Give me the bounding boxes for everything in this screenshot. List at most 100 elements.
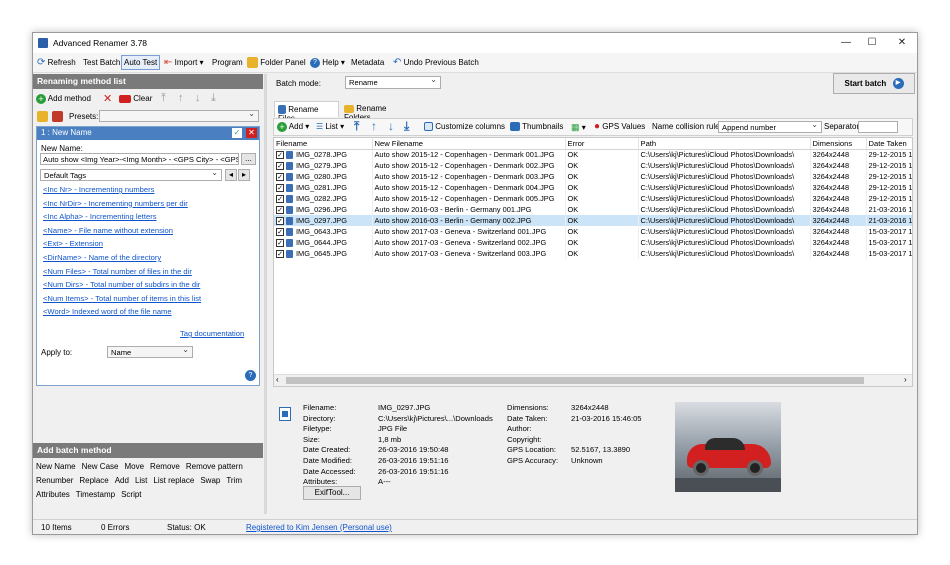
tag-link[interactable]: <Num Files> - Total number of files in t… [43,267,192,276]
row-checkbox[interactable]: ✓ [276,239,284,248]
move-up-button[interactable]: ↑ [178,91,184,105]
column-header[interactable]: New Filename [372,138,566,150]
move-files-bottom-button[interactable]: ⤓ [404,119,409,133]
close-button[interactable]: ✕ [889,36,915,50]
move-down-button[interactable]: ↓ [195,91,201,105]
table-row[interactable]: ✓ IMG_0279.JPG Auto show 2015-12 - Copenha… [274,160,912,171]
table-row[interactable]: ✓ IMG_0280.JPG Auto show 2015-12 - Copenha… [274,171,912,182]
tag-link[interactable]: <Inc Alpha> - Incrementing letters [43,212,157,221]
move-files-top-button[interactable]: ⤒ [354,119,359,133]
tags-next-button[interactable]: ▸ [238,169,250,181]
undo-button[interactable]: ↶ Undo Previous Batch [393,56,479,70]
column-header[interactable]: Path [638,138,811,150]
refresh-button[interactable]: ⟳ Refresh [37,56,76,70]
method-remove-button[interactable]: ✕ [246,128,257,138]
registration-link[interactable]: Registered to Kim Jensen (Personal use) [246,523,392,532]
table-row[interactable]: ✓ IMG_0297.JPG Auto show 2016-03 - Berlin … [274,215,912,226]
tag-link[interactable]: <Name> - File name without extension [43,226,173,235]
row-checkbox[interactable]: ✓ [276,228,284,237]
method-help-icon[interactable]: ? [245,370,256,381]
delete-method-button[interactable]: ✕ [103,92,112,106]
start-batch-button[interactable]: Start batch ▶ [833,73,915,94]
add-method-button[interactable]: + Add method [36,92,91,106]
row-checkbox[interactable]: ✓ [276,173,284,182]
tag-link[interactable]: <Inc Nr> - Incrementing numbers [43,185,154,194]
batch-method-item[interactable]: List replace [153,476,194,485]
column-header[interactable]: Date Taken [866,138,912,150]
tab-rename-files[interactable]: Rename Files [274,101,339,123]
column-header[interactable]: Dimensions [810,138,867,150]
batch-method-item[interactable]: Trim [226,476,242,485]
tag-link[interactable]: <Num Dirs> - Total number of subdirs in … [43,280,200,289]
folder-panel-button[interactable]: Folder Panel [247,56,306,70]
tag-link[interactable]: <Ext> - Extension [43,239,103,248]
collision-select[interactable]: Append number [718,121,822,133]
row-checkbox[interactable]: ✓ [276,184,284,193]
batch-mode-select[interactable]: Rename [345,76,441,89]
move-bottom-button[interactable]: ⤓ [211,91,216,105]
table-row[interactable]: ✓ IMG_0282.JPG Auto show 2015-12 - Copenha… [274,193,912,204]
maximize-button[interactable]: ☐ [859,36,885,50]
save-icon[interactable] [52,111,63,122]
tab-rename-folders[interactable]: Rename Folders [341,101,416,122]
scroll-right-icon[interactable]: › [904,375,907,384]
new-name-input[interactable]: Auto show <Img Year>-<Img Month> - <GPS … [40,153,239,165]
clear-button[interactable]: Clear [119,92,152,106]
help-button[interactable]: ? Help ▾ [310,56,345,70]
tags-select[interactable]: Default Tags [40,169,222,181]
move-files-up-button[interactable]: ↑ [371,119,377,133]
presets-select[interactable] [99,110,259,122]
metadata-button[interactable]: Metadata [351,56,384,70]
batch-method-item[interactable]: Move [124,462,144,471]
minimize-button[interactable]: — [833,36,859,50]
add-files-button[interactable]: + Add ▾ [277,120,309,134]
batch-method-item[interactable]: Attributes [36,490,70,499]
scroll-thumb[interactable] [286,377,864,384]
tag-link[interactable]: <DirName> - Name of the directory [43,253,161,262]
tag-link[interactable]: <Num Items> - Total number of items in t… [43,294,201,303]
import-button[interactable]: ⇤ Import ▾ [164,56,204,70]
table-row[interactable]: ✓ IMG_0645.JPG Auto show 2017-03 - Geneva … [274,248,912,259]
list-button[interactable]: ☰ List ▾ [316,120,344,134]
batch-method-item[interactable]: Add [115,476,129,485]
column-header[interactable]: Filename [274,138,373,150]
batch-method-item[interactable]: Remove pattern [186,462,243,471]
test-batch-button[interactable]: Test Batch [83,56,120,70]
move-top-button[interactable]: ⤒ [161,91,166,105]
open-folder-icon[interactable] [37,111,48,122]
batch-method-item[interactable]: Timestamp [76,490,115,499]
tags-prev-button[interactable]: ◂ [225,169,237,181]
table-row[interactable]: ✓ IMG_0281.JPG Auto show 2015-12 - Copenha… [274,182,912,193]
exiftool-button[interactable]: ExifTool... [303,486,361,500]
tag-link[interactable]: <Inc NrDir> - Incrementing numbers per d… [43,199,188,208]
separator-input[interactable] [858,121,898,133]
table-row[interactable]: ✓ IMG_0643.JPG Auto show 2017-03 - Geneva … [274,226,912,237]
scroll-left-icon[interactable]: ‹ [276,375,279,384]
row-checkbox[interactable]: ✓ [276,217,284,226]
row-checkbox[interactable]: ✓ [276,151,284,160]
new-name-browse-button[interactable]: ... [241,153,256,165]
auto-test-button[interactable]: Auto Test [121,55,161,70]
panel-splitter[interactable] [264,74,267,514]
batch-method-item[interactable]: Remove [150,462,180,471]
tag-documentation-link[interactable]: Tag documentation [180,329,244,338]
row-checkbox[interactable]: ✓ [276,195,284,204]
batch-method-item[interactable]: Renumber [36,476,73,485]
horizontal-scrollbar[interactable]: ‹ › [274,374,912,386]
view-options-button[interactable]: ▦ ▾ [571,120,586,134]
gps-values-button[interactable]: ● GPS Values [594,120,645,134]
apply-to-select[interactable]: Name [107,346,193,358]
batch-method-item[interactable]: List [135,476,147,485]
batch-method-item[interactable]: Script [121,490,141,499]
row-checkbox[interactable]: ✓ [276,206,284,215]
method-enabled-checkbox[interactable]: ✓ [232,128,242,138]
customize-columns-button[interactable]: Customize columns [424,120,505,134]
batch-method-item[interactable]: Replace [79,476,108,485]
batch-method-item[interactable]: New Case [82,462,119,471]
table-row[interactable]: ✓ IMG_0644.JPG Auto show 2017-03 - Geneva … [274,237,912,248]
row-checkbox[interactable]: ✓ [276,162,284,171]
program-button[interactable]: Program [212,56,243,70]
table-row[interactable]: ✓ IMG_0278.JPG Auto show 2015-12 - Copenha… [274,149,912,160]
thumbnails-button[interactable]: Thumbnails [510,120,563,134]
table-row[interactable]: ✓ IMG_0296.JPG Auto show 2016-03 - Berlin … [274,204,912,215]
